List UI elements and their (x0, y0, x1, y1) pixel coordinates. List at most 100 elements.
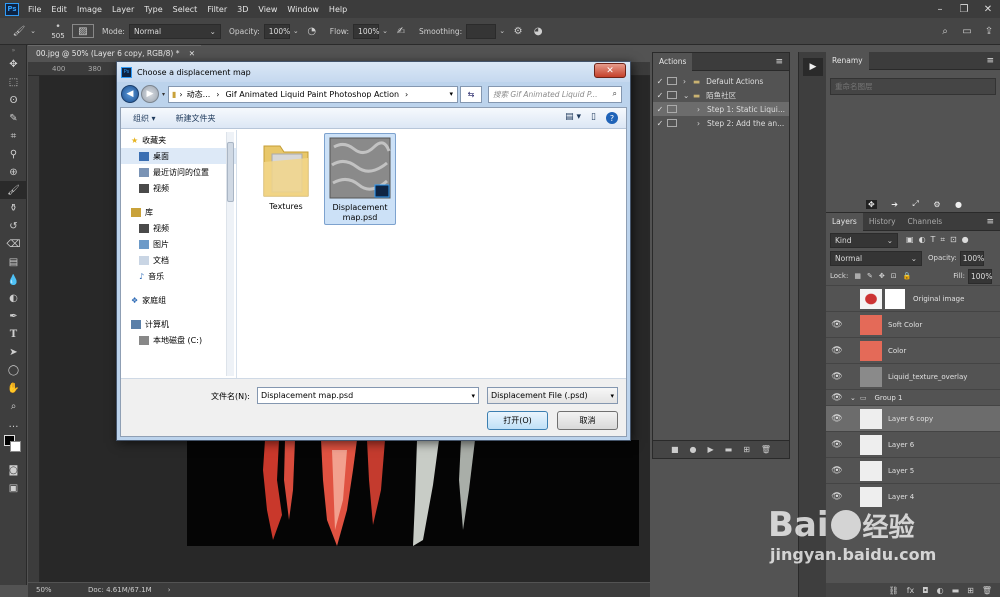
action-step-1[interactable]: ✓ › Step 1: Static Liqui... (653, 102, 789, 116)
eye-icon[interactable]: 👁 (826, 372, 848, 382)
smart-object-filter-icon[interactable]: ⊡ (950, 235, 957, 245)
layer-group-row[interactable]: 👁 ⌄ ▭ Group 1 (826, 389, 1000, 405)
nav-recent[interactable]: 最近访问的位置 (121, 164, 236, 180)
menu-window[interactable]: Window (287, 5, 319, 14)
dialog-toggle-icon[interactable] (667, 105, 677, 113)
background-color-swatch[interactable] (10, 441, 21, 452)
shape-filter-icon[interactable]: ⌗ (940, 235, 945, 245)
menu-view[interactable]: View (258, 5, 277, 14)
lasso-tool-icon[interactable]: ʘ (0, 91, 27, 109)
nav-music[interactable]: ♪ 音乐 (121, 268, 236, 284)
open-button[interactable]: 打开(O) (487, 411, 548, 430)
expand-icon[interactable]: ⤢ (912, 199, 918, 209)
nav-computer[interactable]: 计算机 (121, 316, 236, 332)
chevron-down-icon[interactable]: ▾ (610, 392, 614, 400)
nav-desktop[interactable]: 桌面 (121, 148, 236, 164)
close-icon[interactable]: ✕ (189, 49, 195, 58)
nav-pictures[interactable]: 图片 (121, 236, 236, 252)
dialog-toggle-icon[interactable] (667, 77, 677, 85)
mode-select[interactable]: Normal ⌄ (128, 23, 221, 39)
menu-select[interactable]: Select (173, 5, 198, 14)
tab-layers[interactable]: Layers (826, 212, 863, 231)
arrow-right-icon[interactable]: ➔ (891, 200, 898, 209)
hand-tool-icon[interactable]: ✋ (0, 379, 27, 397)
link-icon[interactable]: ⛓ (889, 586, 899, 595)
panel-menu-icon[interactable]: ≡ (986, 217, 994, 227)
tab-channels[interactable]: Channels (902, 213, 949, 231)
fill-input[interactable]: 100% (968, 268, 992, 284)
more-tools-icon[interactable]: … (0, 415, 27, 433)
eye-icon[interactable]: 👁 (826, 393, 848, 403)
chevron-down-icon[interactable]: ▾ (471, 392, 475, 400)
layer-row[interactable]: 👁 Layer 6 copy (826, 405, 1000, 431)
chevron-down-icon[interactable]: ⌄ (496, 27, 508, 35)
checkmark-icon[interactable]: ✓ (653, 91, 667, 100)
eye-icon[interactable]: 👁 (826, 466, 848, 476)
path-select-tool-icon[interactable]: ➤ (0, 343, 27, 361)
menu-3d[interactable]: 3D (237, 5, 248, 14)
new-action-icon[interactable]: ⊞ (743, 445, 750, 454)
adjustment-filter-icon[interactable]: ◐ (919, 235, 926, 245)
chevron-right-icon[interactable]: › (697, 105, 705, 114)
tab-actions[interactable]: Actions (653, 52, 693, 71)
eye-icon[interactable]: 👁 (826, 346, 848, 356)
lock-transparency-icon[interactable]: ▦ (854, 272, 861, 280)
layer-row[interactable]: 👁 Soft Color (826, 311, 1000, 337)
new-folder-button[interactable]: 新建文件夹 (176, 113, 216, 124)
nav-homegroup[interactable]: ❖ 家庭组 (121, 292, 236, 308)
gear-icon[interactable]: ⚙ (933, 200, 940, 209)
lock-all-icon[interactable]: 🔒 (903, 272, 912, 280)
dialog-toggle-icon[interactable] (667, 119, 677, 127)
filetype-select[interactable]: Displacement File (.psd) ▾ (487, 387, 618, 404)
eye-icon[interactable]: 👁 (826, 320, 848, 330)
menu-edit[interactable]: Edit (51, 5, 67, 14)
blend-mode-select[interactable]: Normal ⌄ (830, 250, 922, 266)
new-set-icon[interactable]: ▬ (725, 445, 733, 454)
nav-videos[interactable]: 视频 (121, 220, 236, 236)
nav-videos-fav[interactable]: 视频 (121, 180, 236, 196)
crop-tool-icon[interactable]: ⌗ (0, 127, 27, 145)
canvas-artwork[interactable] (187, 440, 639, 546)
image-filter-icon[interactable]: ▣ (906, 235, 914, 245)
layer-row[interactable]: 👁 Layer 5 (826, 457, 1000, 483)
search-icon[interactable]: ⌕ (934, 26, 956, 37)
nav-scrollbar[interactable] (226, 132, 234, 376)
quick-mask-icon[interactable]: ◙ (0, 461, 27, 479)
help-icon[interactable]: ? (606, 112, 618, 124)
brush-tool-icon[interactable]: 🖌 (0, 181, 27, 199)
chevron-right-icon[interactable]: › (168, 586, 171, 594)
chevron-down-icon[interactable]: ▾ (450, 90, 454, 98)
eye-icon[interactable]: 👁 (826, 492, 848, 502)
adjustment-icon[interactable]: ◐ (937, 586, 944, 595)
close-button[interactable]: ✕ (594, 63, 626, 78)
eyedropper-tool-icon[interactable]: ⚲ (0, 145, 27, 163)
forward-button[interactable]: ▶ (141, 85, 159, 103)
healing-tool-icon[interactable]: ⊕ (0, 163, 27, 181)
pressure-size-icon[interactable]: ◕ (528, 26, 548, 37)
layer-opacity-input[interactable]: 100% (959, 250, 984, 266)
stop-icon[interactable]: ■ (671, 445, 679, 454)
dodge-tool-icon[interactable]: ◐ (0, 289, 27, 307)
airbrush-icon[interactable]: ✍ (391, 26, 411, 37)
layer-row[interactable]: 👁 Layer 6 (826, 431, 1000, 457)
chevron-right-icon[interactable]: › (683, 77, 691, 86)
preview-pane-icon[interactable]: ▯ (591, 112, 596, 124)
mask-icon[interactable]: ◘ (922, 586, 928, 595)
nav-library[interactable]: 库 (121, 204, 236, 220)
lock-position-icon[interactable]: ✥ (879, 272, 885, 280)
record-icon[interactable]: ● (690, 445, 697, 454)
chevron-down-icon[interactable]: ▾ (162, 91, 165, 98)
breadcrumb-item[interactable]: 动态... (187, 89, 211, 100)
fx-icon[interactable]: fx (907, 586, 915, 595)
smoothing-input[interactable] (466, 23, 497, 39)
filter-toggle-icon[interactable]: ● (962, 235, 969, 245)
nav-favorites[interactable]: ★ 收藏夹 (121, 132, 236, 148)
chevron-down-icon[interactable]: ⌄ (290, 27, 302, 35)
artboard-icon[interactable]: ⊡ (891, 272, 897, 280)
panel-menu-icon[interactable]: ≡ (986, 56, 994, 66)
info-icon[interactable]: ● (955, 200, 962, 209)
marquee-tool-icon[interactable]: ⬚ (0, 73, 27, 91)
gradient-tool-icon[interactable]: ▤ (0, 253, 27, 271)
chevron-down-icon[interactable]: ⌄ (683, 91, 691, 100)
action-step-2[interactable]: ✓ › Step 2: Add the an... (653, 116, 789, 130)
